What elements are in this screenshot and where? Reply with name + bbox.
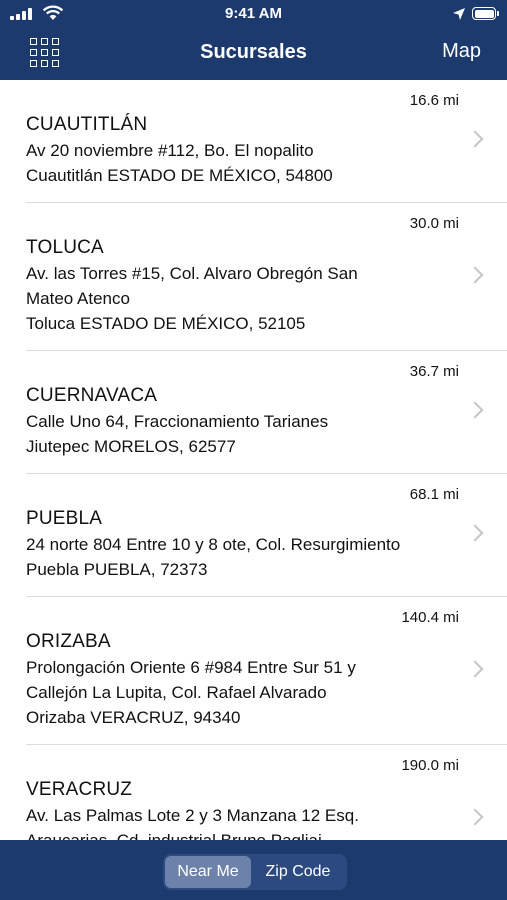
bottom-toolbar: Near Me Zip Code (0, 840, 507, 900)
status-bar: 9:41 AM (0, 0, 507, 28)
branch-name: PUEBLA (26, 508, 103, 529)
battery-icon (472, 7, 499, 20)
zip-code-segment[interactable]: Zip Code (251, 856, 345, 888)
branch-row-veracruz[interactable]: 190.0 mi VERACRUZ Av. Las Palmas Lote 2 … (26, 744, 507, 840)
page-title: Sucursales (200, 41, 307, 63)
branch-distance: 30.0 mi (409, 215, 459, 232)
branch-distance: 190.0 mi (401, 757, 459, 774)
branch-address: Calle Uno 64, Fraccionamiento Tarianes J… (26, 412, 329, 456)
chevron-right-icon (466, 266, 484, 284)
branch-name: TOLUCA (26, 237, 104, 258)
branch-row-toluca[interactable]: 30.0 mi TOLUCA Av. las Torres #15, Col. … (26, 202, 507, 350)
branch-address: Av. las Torres #15, Col. Alvaro Obregón … (26, 264, 358, 333)
branch-distance: 36.7 mi (409, 363, 459, 380)
branch-name: CUAUTITLÁN (26, 114, 148, 135)
branch-address: Av 20 noviembre #112, Bo. El nopalito Cu… (26, 141, 333, 185)
branch-address: Av. Las Palmas Lote 2 y 3 Manzana 12 Esq… (26, 806, 359, 840)
branch-address: 24 norte 804 Entre 10 y 8 ote, Col. Resu… (26, 535, 401, 579)
chevron-right-icon (466, 524, 484, 542)
branch-list[interactable]: 16.6 mi CUAUTITLÁN Av 20 noviembre #112,… (0, 80, 507, 840)
location-arrow-icon (453, 8, 465, 20)
navigation-bar: Sucursales Map (0, 28, 507, 80)
top-bar: 9:41 AM Sucursales Map (0, 0, 507, 80)
chevron-right-icon (466, 401, 484, 419)
branch-row-cuautitlan[interactable]: 16.6 mi CUAUTITLÁN Av 20 noviembre #112,… (0, 80, 507, 202)
sort-segmented-control[interactable]: Near Me Zip Code (163, 854, 347, 890)
branch-distance: 68.1 mi (409, 486, 459, 503)
branch-name: VERACRUZ (26, 779, 133, 800)
near-me-segment[interactable]: Near Me (165, 856, 251, 888)
branch-row-orizaba[interactable]: 140.4 mi ORIZABA Prolongación Oriente 6 … (26, 596, 507, 744)
branch-distance: 16.6 mi (409, 92, 459, 109)
branch-row-puebla[interactable]: 68.1 mi PUEBLA 24 norte 804 Entre 10 y 8… (26, 473, 507, 596)
chevron-right-icon (466, 660, 484, 678)
status-time: 9:41 AM (225, 5, 282, 22)
branch-name: ORIZABA (26, 631, 111, 652)
branch-address: Prolongación Oriente 6 #984 Entre Sur 51… (26, 658, 356, 727)
map-button[interactable]: Map (442, 40, 481, 63)
chevron-right-icon (466, 130, 484, 148)
branch-row-cuernavaca[interactable]: 36.7 mi CUERNAVACA Calle Uno 64, Fraccio… (26, 350, 507, 473)
branch-name: CUERNAVACA (26, 385, 158, 406)
chevron-right-icon (466, 808, 484, 826)
grid-menu-icon[interactable] (30, 38, 60, 68)
branch-distance: 140.4 mi (401, 609, 459, 626)
